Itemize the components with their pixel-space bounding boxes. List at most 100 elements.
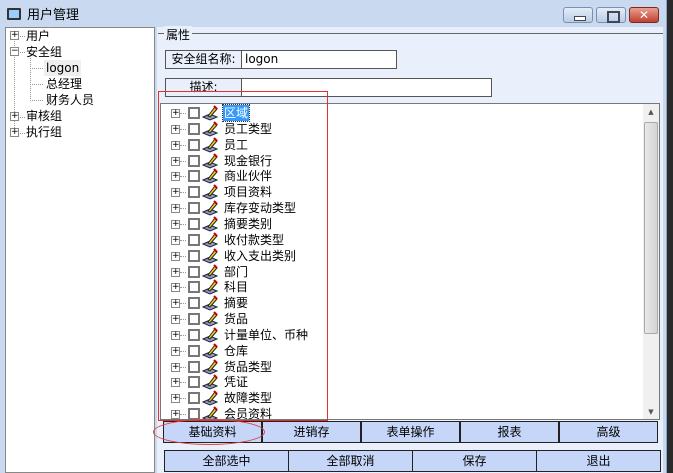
expand-icon[interactable]: + <box>171 283 180 293</box>
permission-item[interactable]: + 部门 <box>161 263 641 280</box>
expand-icon[interactable]: + <box>10 112 19 121</box>
expand-icon[interactable]: + <box>171 378 180 388</box>
expand-icon[interactable]: + <box>171 204 180 214</box>
expand-icon[interactable]: + <box>171 109 180 118</box>
permission-item[interactable]: + 计量单位、币种 <box>161 327 641 343</box>
permission-label: 故障类型 <box>224 391 273 406</box>
action-button[interactable]: 保存 <box>412 450 537 472</box>
permission-item[interactable]: + 仓库 <box>161 343 641 359</box>
expand-icon[interactable]: + <box>171 172 180 182</box>
permission-item[interactable]: + 科目 <box>161 279 641 295</box>
checkbox[interactable] <box>188 186 200 199</box>
pen-tool-icon <box>202 184 218 200</box>
expand-icon[interactable]: + <box>171 140 180 150</box>
minimize-button[interactable] <box>563 7 593 23</box>
tree-node-logon[interactable]: logon <box>44 60 82 76</box>
checkbox[interactable] <box>188 392 200 405</box>
expand-icon[interactable]: + <box>171 362 180 372</box>
permission-label: 仓库 <box>224 343 249 358</box>
permission-item[interactable]: + 项目资料 <box>161 184 641 200</box>
tab-button[interactable]: 高级 <box>559 421 658 443</box>
checkbox[interactable] <box>188 313 200 326</box>
pen-tool-icon <box>202 343 218 359</box>
checkbox[interactable] <box>188 249 200 262</box>
tree-node-finance-staff[interactable]: 财务人员 <box>46 92 94 108</box>
group-title: 属性 <box>164 26 193 43</box>
permission-item[interactable]: + 凭证 <box>161 374 641 390</box>
action-button[interactable]: 全部取消 <box>288 450 413 472</box>
tree-node-users[interactable]: 用户 <box>26 28 50 44</box>
permission-label: 员工 <box>224 137 249 152</box>
action-button[interactable]: 退出 <box>536 450 661 472</box>
expand-icon[interactable]: + <box>171 156 180 166</box>
expand-icon[interactable]: + <box>171 315 180 325</box>
tree-node-audit-group[interactable]: 审核组 <box>26 108 62 124</box>
expand-icon[interactable]: + <box>171 235 180 245</box>
checkbox[interactable] <box>188 265 200 278</box>
checkbox[interactable] <box>188 154 200 167</box>
permission-item[interactable]: + 货品 <box>161 311 641 327</box>
expand-icon[interactable]: + <box>171 299 180 309</box>
checkbox[interactable] <box>188 107 200 119</box>
checkbox[interactable] <box>188 233 200 246</box>
checkbox[interactable] <box>188 122 200 135</box>
pen-tool-icon <box>202 121 218 137</box>
permission-item[interactable]: + 摘要类别 <box>161 216 641 232</box>
checkbox[interactable] <box>188 360 200 373</box>
checkbox[interactable] <box>188 297 200 310</box>
permission-item[interactable]: + 故障类型 <box>161 390 641 406</box>
permission-item[interactable]: + 员工 <box>161 136 641 153</box>
tree-node-exec-group[interactable]: 执行组 <box>26 124 62 140</box>
name-input[interactable]: logon <box>241 50 397 69</box>
checkbox[interactable] <box>188 281 200 294</box>
expand-icon[interactable]: + <box>171 394 180 404</box>
tab-button[interactable]: 表单操作 <box>361 421 460 443</box>
tab-button[interactable]: 基础资料 <box>163 421 262 443</box>
desc-input[interactable] <box>241 78 492 97</box>
scroll-thumb[interactable] <box>644 122 658 334</box>
expand-icon[interactable]: + <box>171 188 180 198</box>
checkbox[interactable] <box>188 328 200 341</box>
name-label: 安全组名称: <box>165 50 242 69</box>
scroll-up-icon[interactable]: ▲ <box>646 108 656 116</box>
permission-label: 凭证 <box>224 375 249 390</box>
checkbox[interactable] <box>188 217 200 230</box>
permission-item[interactable]: + 区域 <box>161 104 641 122</box>
expand-icon[interactable]: + <box>171 330 180 340</box>
checkbox[interactable] <box>188 344 200 357</box>
permission-item[interactable]: + 摘要 <box>161 295 641 311</box>
expand-icon[interactable]: + <box>171 410 180 419</box>
permission-item[interactable]: + 商业伙伴 <box>161 168 641 184</box>
permission-item[interactable]: + 现金银行 <box>161 152 641 169</box>
checkbox[interactable] <box>188 170 200 183</box>
maximize-button[interactable] <box>596 7 626 23</box>
expand-icon[interactable]: + <box>171 267 180 277</box>
expand-icon[interactable]: + <box>171 124 180 134</box>
group-tree[interactable]: + 用户 − 安全组 logon 总经理 财务人员 + 审核组 + 执行组 <box>5 27 155 473</box>
expand-icon[interactable]: + <box>171 251 180 261</box>
checkbox[interactable] <box>188 202 200 215</box>
expand-icon[interactable]: + <box>171 346 180 356</box>
permission-item[interactable]: + 收入支出类别 <box>161 247 641 264</box>
tree-node-general-manager[interactable]: 总经理 <box>46 76 82 92</box>
permission-item[interactable]: + 收付款类型 <box>161 232 641 248</box>
tree-node-security-group[interactable]: 安全组 <box>26 44 62 60</box>
action-button[interactable]: 全部选中 <box>164 450 289 472</box>
expand-icon[interactable]: + <box>10 31 19 40</box>
collapse-icon[interactable]: − <box>10 47 19 56</box>
close-button[interactable]: ✕ <box>629 7 659 23</box>
checkbox[interactable] <box>188 408 200 419</box>
checkbox[interactable] <box>188 376 200 389</box>
permission-tree[interactable]: + 区域 + 员工类型 + 员工 + 现金银行 + 商业伙伴 + 项目资料 + 库存变动类型 + 摘要类别 + 收… <box>160 103 660 420</box>
tab-button[interactable]: 进销存 <box>262 421 361 443</box>
permission-item[interactable]: + 库存变动类型 <box>161 200 641 216</box>
tab-button[interactable]: 报表 <box>460 421 559 443</box>
expand-icon[interactable]: + <box>10 128 19 137</box>
checkbox[interactable] <box>188 138 200 151</box>
pen-tool-icon <box>202 168 218 184</box>
permission-item[interactable]: + 会员资料 <box>161 406 641 419</box>
permission-item[interactable]: + 员工类型 <box>161 121 641 137</box>
scroll-down-icon[interactable]: ▼ <box>646 408 656 416</box>
permission-item[interactable]: + 货品类型 <box>161 358 641 375</box>
expand-icon[interactable]: + <box>171 219 180 229</box>
